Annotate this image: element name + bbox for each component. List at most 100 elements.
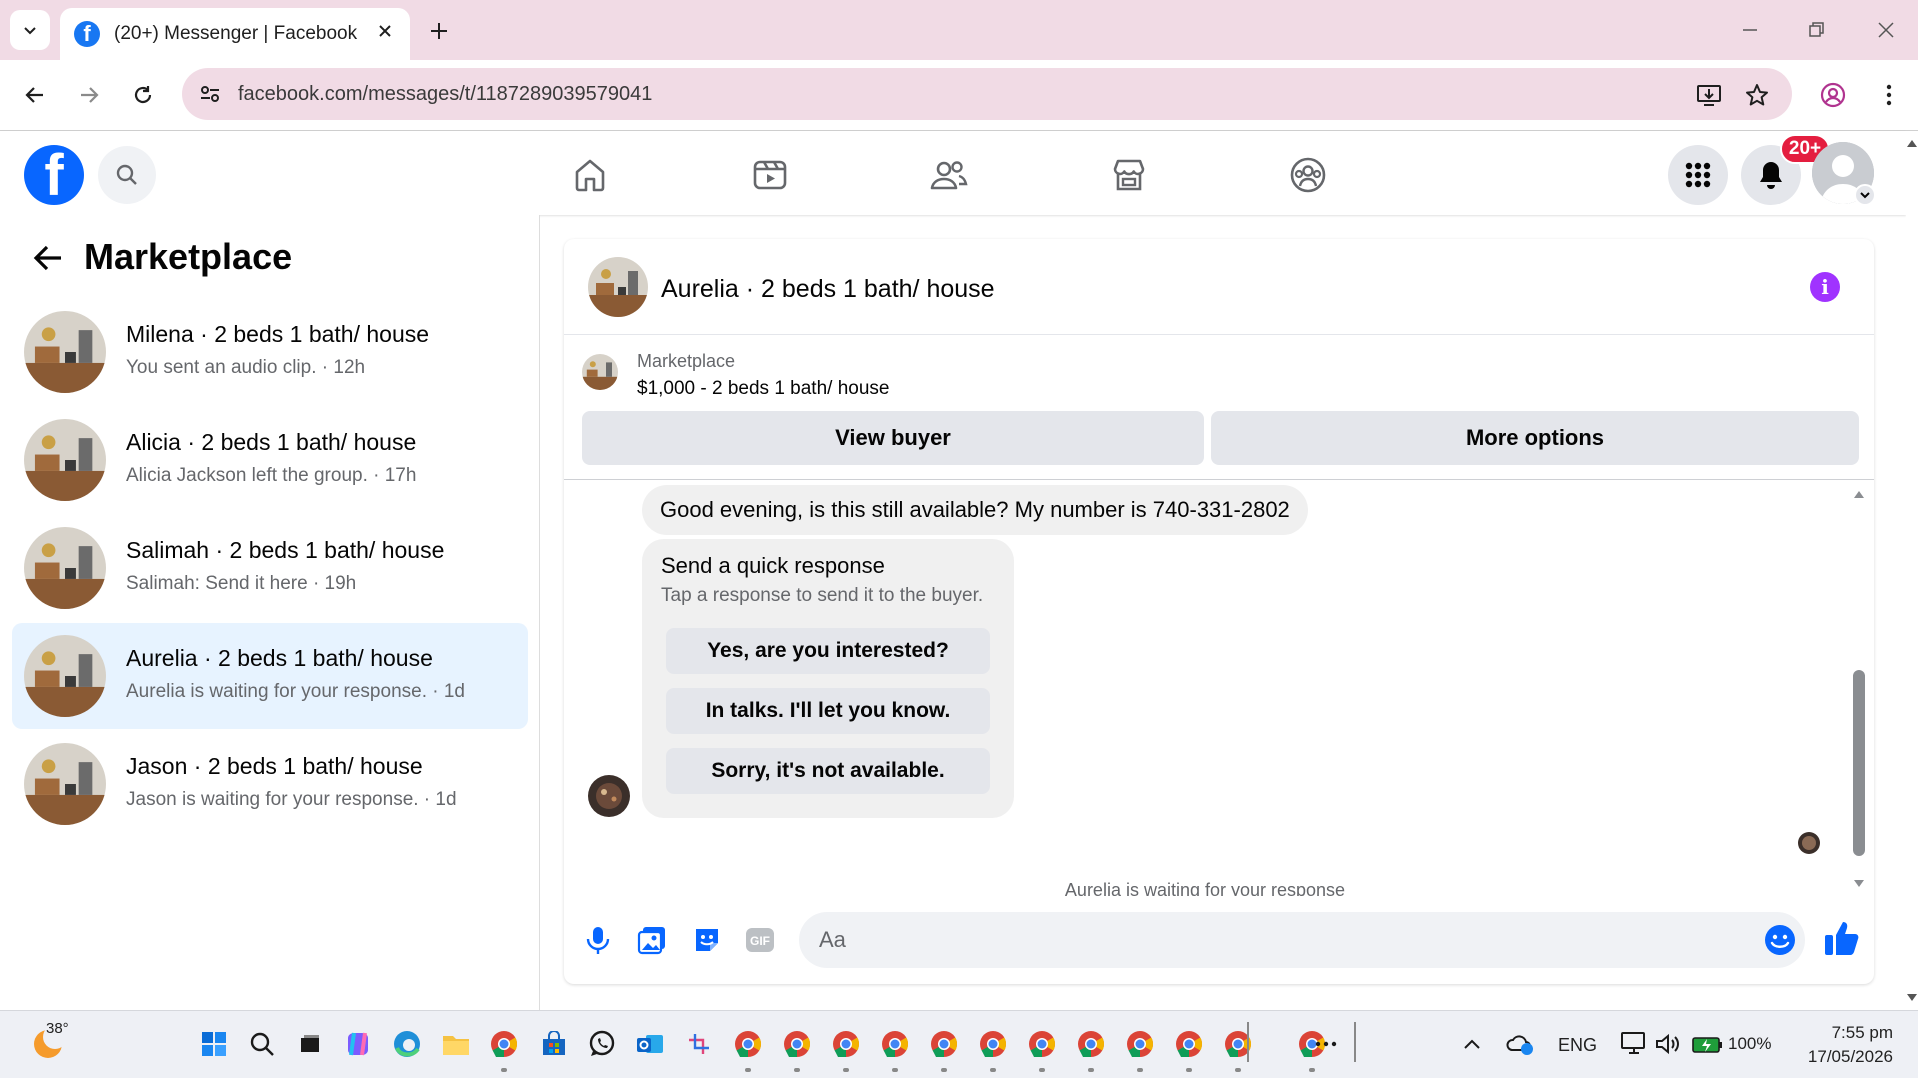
chrome-button[interactable] [488,1028,520,1060]
nav-friends[interactable] [926,152,972,198]
quick-response-in-talks-button[interactable]: In talks. I'll let you know. [666,688,990,734]
back-to-chats-button[interactable] [30,240,66,276]
message-input-box[interactable] [799,912,1805,968]
battery-charging-icon [1692,1037,1722,1053]
snipping-tool-button[interactable] [683,1028,715,1060]
bookmark-button[interactable] [1738,76,1776,114]
chrome-window-button[interactable] [928,1028,960,1060]
view-buyer-button[interactable]: View buyer [582,411,1204,465]
listing-price[interactable]: $1,000 - 2 beds 1 bath/ house [637,378,889,400]
conversation-item[interactable]: Milena · 2 beds 1 bath/ house You sent an… [12,299,528,405]
chevron-up-icon [1464,1039,1480,1049]
reload-button[interactable] [124,76,162,114]
close-window-button[interactable] [1868,14,1904,46]
tab-search-button[interactable] [10,10,50,50]
outlook-button[interactable] [634,1028,666,1060]
taskbar-search-button[interactable] [246,1028,278,1060]
nav-home[interactable] [567,152,613,198]
minimize-button[interactable] [1732,14,1768,46]
more-apps-button[interactable] [1310,1028,1342,1060]
message-scrollbar-thumb[interactable] [1853,670,1865,856]
onedrive-button[interactable] [1504,1028,1536,1060]
weather-temperature: 38° [46,1020,69,1037]
new-tab-button[interactable] [424,16,454,46]
conversation-item[interactable]: Alicia · 2 beds 1 bath/ house Alicia Jack… [12,407,528,513]
chrome-window-button[interactable] [732,1028,764,1060]
tab-close-button[interactable] [372,18,398,44]
forward-button[interactable] [70,76,108,114]
edge-button[interactable] [391,1028,423,1060]
chrome-window-button[interactable] [1075,1028,1107,1060]
restore-button[interactable] [1798,14,1834,46]
attach-photo-button[interactable] [632,920,672,960]
facebook-search-button[interactable] [98,146,156,204]
microphone-icon [586,927,610,954]
browser-menu-button[interactable] [1870,76,1908,114]
nav-groups[interactable] [1285,152,1331,198]
grid-menu-icon [1685,162,1711,188]
battery-button[interactable] [1692,1028,1724,1060]
copilot-button[interactable] [342,1028,374,1060]
store-icon [543,1031,565,1055]
gif-button[interactable]: GIF [740,920,780,960]
conversation-item[interactable]: Aurelia · 2 beds 1 bath/ house Aurelia is… [12,623,528,729]
chrome-window-button[interactable] [977,1028,1009,1060]
conversation-item[interactable]: Jason · 2 beds 1 bath/ house Jason is wai… [12,731,528,837]
message-input[interactable] [819,912,1719,968]
chrome-icon [980,1031,1007,1058]
thumbs-up-icon[interactable] [1822,918,1862,958]
store-button[interactable] [538,1028,570,1060]
show-hidden-icons-button[interactable] [1456,1028,1488,1060]
facebook-logo[interactable]: f [24,145,84,205]
account-menu-button[interactable] [1854,184,1876,206]
message-bubble[interactable]: Good evening, is this still available? M… [642,485,1308,535]
chrome-window-button[interactable] [1173,1028,1205,1060]
marketplace-icon [1113,159,1145,191]
more-options-button[interactable]: More options [1211,411,1859,465]
conversation-item[interactable]: Salimah · 2 beds 1 bath/ house Salimah: S… [12,515,528,621]
listing-thumbnail[interactable] [582,354,618,390]
listing-photo [24,311,106,393]
close-icon [379,25,391,37]
quick-response-not-available-button[interactable]: Sorry, it's not available. [666,748,990,794]
running-indicator [990,1068,996,1072]
back-button[interactable] [16,76,54,114]
language-indicator[interactable]: ENG [1558,1035,1597,1056]
chrome-window-button[interactable] [1026,1028,1058,1060]
chrome-window-button[interactable] [1124,1028,1156,1060]
sticker-button[interactable] [687,920,727,960]
start-button[interactable] [198,1028,230,1060]
windows-start-icon [202,1032,226,1056]
divider [564,479,1874,480]
quick-response-yes-button[interactable]: Yes, are you interested? [666,628,990,674]
conversation-name: Salimah · 2 beds 1 bath/ house [126,537,445,563]
task-view-button[interactable] [294,1028,326,1060]
chrome-icon [882,1031,909,1058]
profile-button[interactable] [1814,76,1852,114]
nav-video[interactable] [747,152,793,198]
chrome-window-button[interactable] [781,1028,813,1060]
voice-clip-button[interactable] [578,920,618,960]
install-app-button[interactable] [1690,76,1728,114]
chrome-window-button[interactable] [830,1028,862,1060]
whatsapp-button[interactable] [586,1028,618,1060]
nav-marketplace[interactable] [1106,152,1152,198]
site-settings-icon[interactable] [198,82,222,106]
system-clock[interactable]: 7:55 pm 17/05/2026 [1798,1021,1893,1069]
chrome-window-button[interactable] [1222,1028,1254,1060]
address-bar[interactable]: facebook.com/messages/t/1187289039579041 [182,68,1792,120]
menu-button[interactable] [1668,145,1728,205]
page-scrollbar[interactable] [1906,131,1918,1011]
browser-tab[interactable]: f (20+) Messenger | Facebook [60,8,410,60]
clock-time: 7:55 pm [1831,1023,1893,1042]
info-icon[interactable]: i [1810,272,1840,302]
chat-title[interactable]: Aurelia · 2 beds 1 bath/ house [661,275,995,304]
volume-button[interactable] [1652,1028,1684,1060]
sender-avatar[interactable] [588,775,630,817]
running-indicator [941,1068,947,1072]
chrome-window-button[interactable] [879,1028,911,1060]
chat-avatar[interactable] [588,257,648,317]
network-button[interactable] [1618,1028,1650,1060]
file-explorer-button[interactable] [440,1028,472,1060]
emoji-icon[interactable] [1764,924,1796,956]
